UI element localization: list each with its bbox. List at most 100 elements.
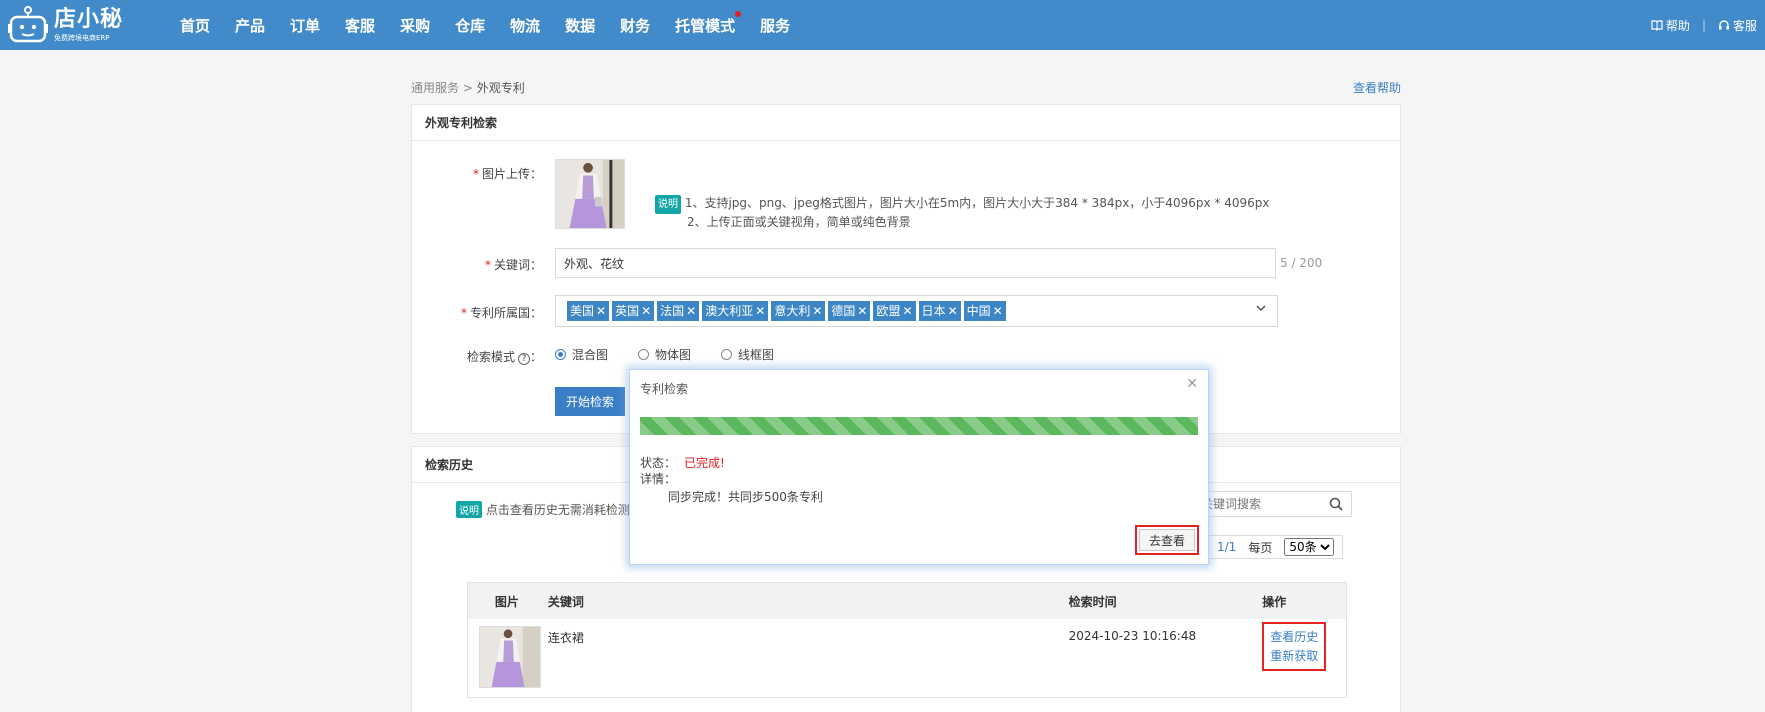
- view-history-link[interactable]: 查看历史: [1270, 628, 1318, 647]
- country-tag-it: 意大利 ✕: [771, 301, 826, 321]
- nav-item-orders[interactable]: 订单: [290, 15, 320, 36]
- country-tag-uk: 英国 ✕: [612, 301, 655, 321]
- col-search-time: 检索时间: [1068, 594, 1117, 609]
- chevron-down-icon[interactable]: [1255, 302, 1267, 314]
- radio-unchecked-icon: [721, 349, 733, 360]
- upload-tips: 说明 1、支持jpg、png、jpeg格式图片，图片大小在5m内，图片大小大于3…: [655, 195, 1269, 231]
- support-nav-link[interactable]: 客服: [1718, 17, 1757, 34]
- table-row: 连衣裙 2024-10-23 10:16:48 查看历史 重新获取: [468, 619, 1346, 697]
- country-label: * 专利所属国：: [460, 306, 542, 320]
- remove-tag-icon[interactable]: ✕: [948, 301, 958, 321]
- main-menu: 首页 产品 订单 客服 采购 仓库 物流 数据 财务 托管模式 服务: [180, 0, 815, 50]
- breadcrumb-parent[interactable]: 通用服务: [411, 81, 459, 95]
- history-search-box: [1192, 491, 1352, 517]
- country-tag-jp: 日本 ✕: [918, 301, 961, 321]
- remove-tag-icon[interactable]: ✕: [993, 301, 1003, 321]
- help-nav-label: 帮助: [1665, 18, 1690, 33]
- nav-right: 帮助 | 客服: [1651, 0, 1757, 50]
- country-multiselect[interactable]: 美国 ✕ 英国 ✕ 法国 ✕ 澳大利亚 ✕ 意大利 ✕ 德国 ✕ 欧盟 ✕ 日本 ✕ 中国 ✕: [555, 295, 1278, 327]
- nav-item-logistics[interactable]: 物流: [510, 15, 540, 36]
- headset-icon: [1718, 20, 1729, 30]
- mode-radio-mixed[interactable]: 混合图: [555, 346, 608, 363]
- progress-bar: [640, 417, 1198, 435]
- mode-radio-object[interactable]: 物体图: [638, 346, 691, 363]
- remove-tag-icon[interactable]: ✕: [755, 301, 765, 321]
- upload-tip-2: 2、上传正面或关键视角，简单或纯色背景: [687, 215, 911, 229]
- table-header: 图片 关键词 检索时间 操作: [468, 583, 1346, 619]
- row-image-thumbnail: [478, 626, 541, 688]
- upload-tip-1: 1、支持jpg、png、jpeg格式图片，图片大小在5m内，图片大小大于384 …: [684, 196, 1270, 210]
- notification-dot: [735, 10, 742, 17]
- pagination: 1/1 每页 50条: [1206, 535, 1344, 559]
- nav-item-data[interactable]: 数据: [565, 15, 595, 36]
- help-question-icon[interactable]: ?: [517, 353, 530, 365]
- book-icon: [1651, 19, 1663, 31]
- tip-badge: 说明: [655, 195, 681, 214]
- brand-name: 店小秘: [54, 6, 124, 32]
- patent-search-dialog: 专利检索 ✕ 状态： 已完成! 详情： 同步完成！共同步500条专利 去查看: [629, 369, 1209, 565]
- go-view-highlight: 去查看: [1135, 525, 1199, 555]
- keyword-label: * 关键词：: [484, 258, 542, 272]
- robot-logo-icon: [8, 6, 48, 43]
- keyword-search-input[interactable]: [1193, 492, 1323, 516]
- page-indicator[interactable]: 1/1: [1217, 540, 1236, 554]
- remove-tag-icon[interactable]: ✕: [596, 301, 606, 321]
- close-icon[interactable]: ✕: [1186, 376, 1198, 392]
- status-value: 已完成!: [684, 456, 725, 470]
- help-nav-link[interactable]: 帮助: [1651, 17, 1690, 34]
- support-nav-label: 客服: [1732, 18, 1757, 33]
- go-view-button[interactable]: 去查看: [1139, 529, 1195, 551]
- nav-item-customer-service[interactable]: 客服: [345, 15, 375, 36]
- nav-item-services[interactable]: 服务: [760, 15, 790, 36]
- detail-text: 同步完成！共同步500条专利: [668, 490, 823, 504]
- nav-item-products[interactable]: 产品: [235, 15, 265, 36]
- nav-item-finance[interactable]: 财务: [620, 15, 650, 36]
- keyword-char-count: 5 / 200: [1280, 256, 1323, 270]
- col-image: 图片: [494, 594, 519, 609]
- row-search-time: 2024-10-23 10:16:48: [1068, 629, 1197, 643]
- history-table: 图片 关键词 检索时间 操作 连衣裙 2024-10-23 10:16:48 查…: [467, 582, 1347, 698]
- radio-checked-icon: [555, 349, 566, 360]
- start-search-button[interactable]: 开始检索: [555, 387, 625, 416]
- nav-item-hosting-mode-label: 托管模式: [675, 16, 736, 35]
- breadcrumb-separator: >: [462, 81, 473, 95]
- col-keyword: 关键词: [547, 594, 584, 609]
- nav-item-purchasing[interactable]: 采购: [400, 15, 430, 36]
- detail-label: 详情：: [640, 472, 677, 486]
- col-actions: 操作: [1262, 594, 1287, 609]
- country-tag-cn: 中国 ✕: [963, 301, 1006, 321]
- uploaded-image-thumbnail[interactable]: [555, 159, 625, 229]
- logo[interactable]: 店小秘 免费跨境电商ERP: [8, 4, 123, 46]
- remove-tag-icon[interactable]: ✕: [902, 301, 912, 321]
- row-keyword: 连衣裙: [547, 631, 584, 645]
- country-tag-us: 美国 ✕: [567, 301, 610, 321]
- country-tags: 美国 ✕ 英国 ✕ 法国 ✕ 澳大利亚 ✕ 意大利 ✕ 德国 ✕ 欧盟 ✕ 日本 ✕ 中国 ✕: [567, 301, 1006, 321]
- row-actions-highlight: 查看历史 重新获取: [1262, 622, 1327, 671]
- nav-item-hosting-mode[interactable]: 托管模式: [675, 10, 742, 36]
- keyword-input[interactable]: [555, 248, 1276, 278]
- dialog-status: 状态： 已完成! 详情：: [640, 455, 725, 487]
- remove-tag-icon[interactable]: ✕: [812, 301, 822, 321]
- remove-tag-icon[interactable]: ✕: [686, 301, 696, 321]
- patent-search-title: 外观专利检索: [412, 105, 1400, 141]
- radio-unchecked-icon: [638, 349, 650, 360]
- top-nav: 店小秘 免费跨境电商ERP 首页 产品 订单 客服 采购 仓库 物流 数据 财务…: [0, 0, 1765, 50]
- search-mode-label: 检索模式?：: [466, 350, 542, 365]
- country-tag-au: 澳大利亚 ✕: [702, 301, 769, 321]
- brand-tagline: 免费跨境电商ERP: [54, 33, 110, 42]
- breadcrumb-current: 外观专利: [476, 81, 525, 95]
- status-label: 状态：: [640, 456, 677, 470]
- refetch-link[interactable]: 重新获取: [1270, 647, 1318, 666]
- per-page-select[interactable]: 50条: [1284, 538, 1335, 556]
- nav-item-home[interactable]: 首页: [180, 15, 210, 36]
- country-tag-fr: 法国 ✕: [657, 301, 700, 321]
- history-tip: 说明 点击查看历史无需消耗检测: [456, 501, 630, 518]
- nav-item-warehouse[interactable]: 仓库: [455, 15, 485, 36]
- remove-tag-icon[interactable]: ✕: [857, 301, 867, 321]
- remove-tag-icon[interactable]: ✕: [641, 301, 651, 321]
- search-icon[interactable]: [1329, 497, 1343, 511]
- country-tag-eu: 欧盟 ✕: [873, 301, 916, 321]
- mode-radio-wireframe[interactable]: 线框图: [721, 346, 774, 363]
- view-help-link[interactable]: 查看帮助: [1353, 79, 1401, 96]
- nav-divider: |: [1701, 18, 1706, 32]
